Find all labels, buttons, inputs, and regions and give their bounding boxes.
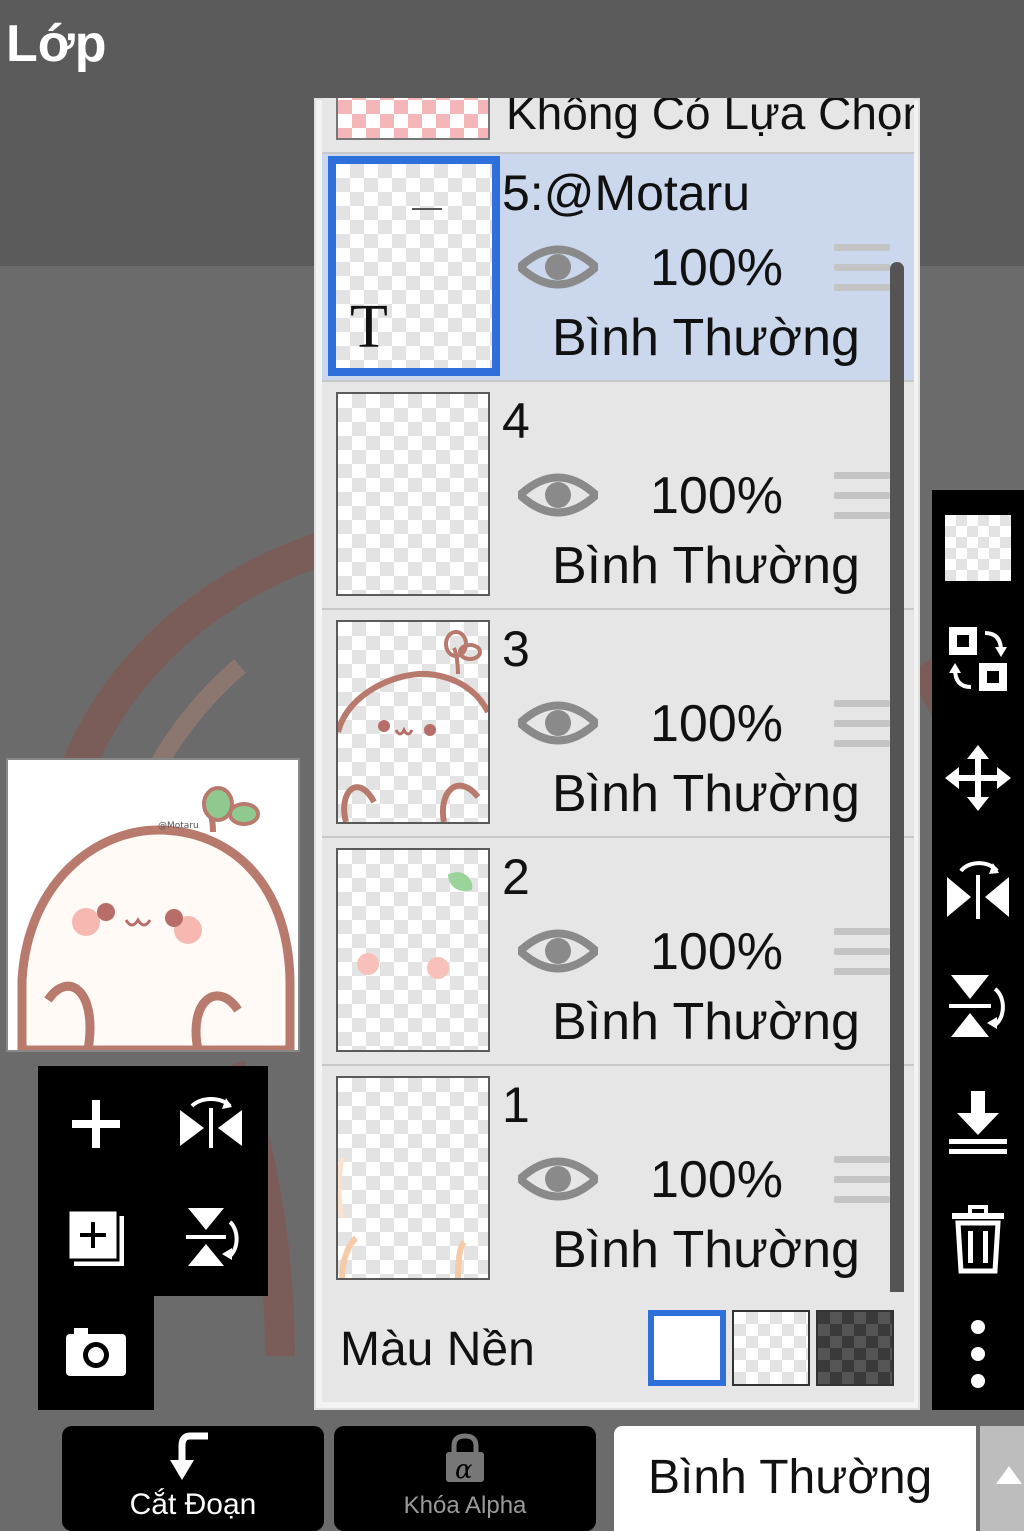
layer-thumbnail: T <box>328 156 500 376</box>
thumb-signature <box>412 202 442 210</box>
layer-thumbnail <box>336 620 490 824</box>
lock-icon: α <box>446 1433 484 1484</box>
camera-icon[interactable] <box>64 1324 128 1380</box>
layer-blend-mode[interactable]: Bình Thường <box>552 1220 860 1280</box>
no-selection-label: Không Có Lựa Chọn <box>506 98 914 139</box>
layer-opacity[interactable]: 100% <box>650 1150 783 1210</box>
layer-opacity[interactable]: 100% <box>650 922 783 982</box>
move-icon[interactable] <box>932 728 1024 828</box>
more-icon[interactable] <box>932 1304 1024 1404</box>
drag-handle-icon[interactable] <box>834 244 890 304</box>
flip-horizontal-icon[interactable] <box>932 840 1024 940</box>
swap-layer-icon[interactable] <box>932 610 1024 710</box>
layer-blend-mode[interactable]: Bình Thường <box>552 992 860 1052</box>
layer-row[interactable]: 1 100% Bình Thường <box>322 1066 914 1294</box>
background-transparent-swatch[interactable] <box>732 1310 810 1386</box>
background-white-swatch[interactable] <box>648 1310 726 1386</box>
layer-opacity[interactable]: 100% <box>650 238 783 298</box>
background-row: Màu Nền <box>322 1292 914 1402</box>
layer-opacity[interactable]: 100% <box>650 694 783 754</box>
eye-icon[interactable] <box>514 1152 602 1211</box>
eye-icon[interactable] <box>514 240 602 299</box>
flip-vertical-icon[interactable] <box>180 1204 246 1270</box>
no-selection-row[interactable]: Không Có Lựa Chọn <box>322 98 914 154</box>
svg-text:@Motaru: @Motaru <box>158 821 199 831</box>
svg-text:α: α <box>455 1455 473 1484</box>
layer-row[interactable]: T 5:@Motaru 100% Bình Thường <box>322 154 914 382</box>
trash-icon[interactable] <box>932 1190 1024 1290</box>
add-layer-icon[interactable] <box>64 1206 128 1270</box>
blend-mode-dropdown[interactable] <box>980 1426 1024 1531</box>
layer-scrollbar[interactable] <box>890 262 904 1398</box>
clip-label: Cắt Đoạn <box>129 1488 257 1521</box>
background-dark-swatch[interactable] <box>816 1310 894 1386</box>
text-layer-badge: T <box>350 293 388 361</box>
drag-handle-icon[interactable] <box>834 700 890 760</box>
page-title: Lớp <box>6 15 107 73</box>
alpha-lock-button[interactable]: α Khóa Alpha <box>334 1426 596 1531</box>
flip-horizontal-icon[interactable] <box>178 1090 244 1156</box>
layer-name: 1 <box>502 1077 530 1133</box>
layer-row[interactable]: 3 100% Bình Thường <box>322 610 914 838</box>
layer-name: 5:@Motaru <box>502 165 751 221</box>
drag-handle-icon[interactable] <box>834 472 890 532</box>
layer-thumbnail <box>336 848 490 1052</box>
canvas-preview: @Motaru <box>6 758 300 1052</box>
right-toolbar <box>932 490 1024 1410</box>
layer-thumbnail <box>336 392 490 596</box>
eye-icon[interactable] <box>514 924 602 983</box>
clip-arrow-icon <box>170 1432 208 1480</box>
blend-mode-value: Bình Thường <box>648 1451 933 1504</box>
layer-blend-mode[interactable]: Bình Thường <box>552 764 860 824</box>
layer-blend-mode[interactable]: Bình Thường <box>552 308 860 368</box>
chevron-up-icon <box>996 1466 1022 1484</box>
background-label: Màu Nền <box>340 1323 535 1376</box>
alpha-lock-label: Khóa Alpha <box>403 1492 527 1519</box>
layer-opacity[interactable]: 100% <box>650 466 783 526</box>
selection-thumb <box>336 98 490 140</box>
layer-row[interactable]: 4 100% Bình Thường <box>322 382 914 610</box>
clip-button[interactable]: Cắt Đoạn <box>62 1426 324 1531</box>
layer-blend-mode[interactable]: Bình Thường <box>552 536 860 596</box>
eye-icon[interactable] <box>514 468 602 527</box>
layer-name: 2 <box>502 849 530 905</box>
layer-row[interactable]: 2 100% Bình Thường <box>322 838 914 1066</box>
layer-thumbnail <box>336 1076 490 1280</box>
add-icon[interactable] <box>66 1094 126 1154</box>
eye-icon[interactable] <box>514 696 602 755</box>
drag-handle-icon[interactable] <box>834 928 890 988</box>
layer-name: 4 <box>502 393 530 449</box>
merge-down-icon[interactable] <box>932 1074 1024 1174</box>
flip-vertical-icon[interactable] <box>932 956 1024 1056</box>
layer-name: 3 <box>502 621 530 677</box>
checker-icon[interactable] <box>932 498 1024 598</box>
drag-handle-icon[interactable] <box>834 1156 890 1216</box>
blend-mode-selector[interactable]: Bình Thường <box>614 1426 976 1531</box>
